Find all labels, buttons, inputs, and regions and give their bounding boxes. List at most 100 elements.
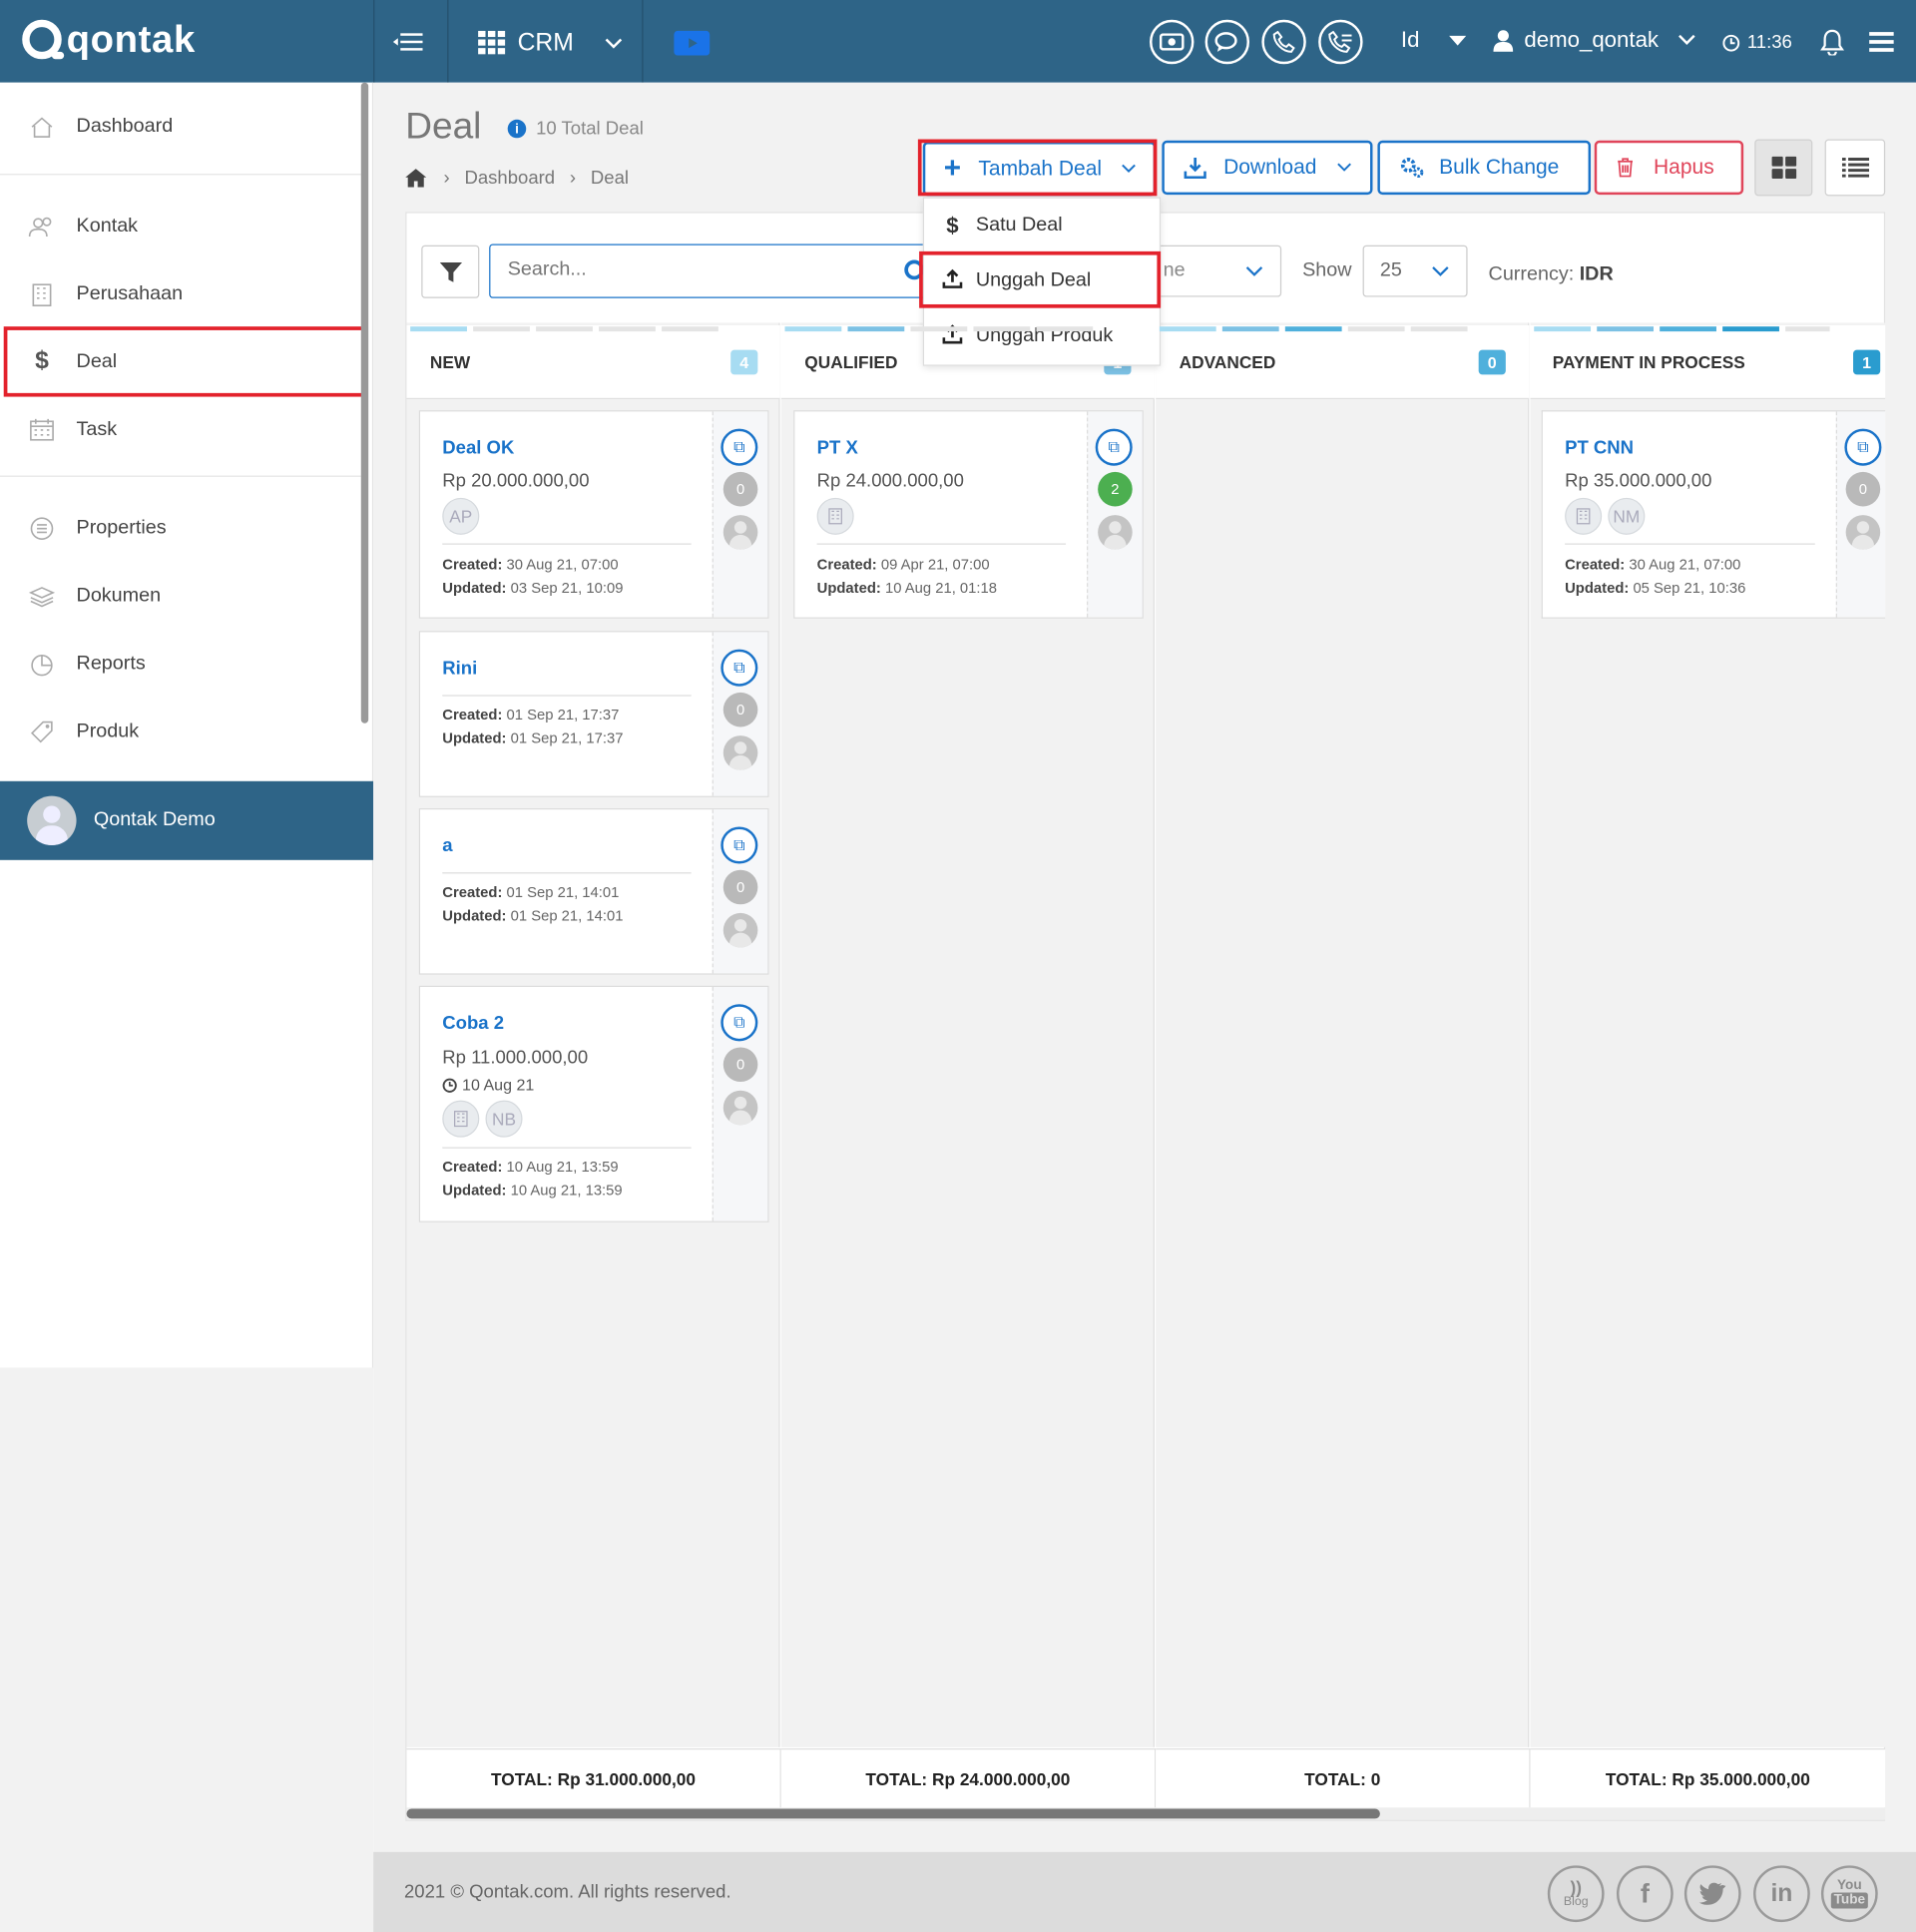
twitter-icon[interactable] — [1683, 1865, 1741, 1923]
deal-dates: Created: 10 Aug 21, 13:59 Updated: 10 Aug… — [442, 1158, 623, 1200]
copy-icon[interactable]: ⧉ — [720, 826, 758, 864]
sidebar-item-dashboard[interactable]: Dashboard — [0, 93, 361, 161]
owner-chip: AP — [442, 497, 480, 535]
deal-amount: Rp 24.000.000,00 — [816, 470, 964, 492]
progress-segment — [473, 326, 530, 332]
stage-select[interactable]: ne — [1156, 244, 1282, 297]
user-menu[interactable]: demo_qontak — [1493, 27, 1695, 53]
youtube-icon[interactable]: You Tube — [1820, 1865, 1878, 1923]
breadcrumb: › Dashboard › Deal — [405, 168, 629, 189]
chat-icon[interactable] — [1204, 19, 1250, 65]
activity-count: 0 — [722, 869, 758, 905]
facebook-icon[interactable]: f — [1616, 1865, 1674, 1923]
deal-title[interactable]: Deal OK — [442, 437, 514, 458]
column-title: NEW — [429, 351, 471, 372]
call-list-icon[interactable] — [1318, 19, 1363, 65]
sidebar-item-dokumen[interactable]: Dokumen — [0, 562, 361, 630]
bell-icon[interactable] — [1820, 28, 1845, 61]
sidebar-item-label: Produk — [76, 720, 140, 741]
phone-icon[interactable] — [1261, 19, 1306, 65]
board-view-button[interactable] — [1754, 139, 1813, 197]
column-header: ADVANCED — [1156, 324, 1530, 400]
sidebar-scrollbar[interactable] — [360, 82, 369, 724]
deal-title[interactable]: Coba 2 — [442, 1013, 504, 1034]
copy-icon[interactable]: ⧉ — [1095, 428, 1133, 466]
sidebar-item-task[interactable]: Task — [0, 395, 361, 463]
deal-card[interactable]: Deal OK Rp 20.000.000,00 AP Created: 30 … — [418, 410, 769, 619]
sidebar-item-kontak[interactable]: Kontak — [0, 193, 361, 260]
progress-segment — [1534, 326, 1592, 332]
deal-card[interactable]: PT CNN Rp 35.000.000,00 NM Created: 30 A… — [1541, 410, 1886, 619]
download-label: Download — [1223, 155, 1317, 180]
page: qontak CRM Id demo_qontak 11:36 Dashboar… — [0, 0, 1916, 1932]
progress-segment — [784, 326, 842, 332]
search-input[interactable] — [490, 244, 860, 295]
info-icon: i — [507, 119, 527, 139]
qontak-logo[interactable]: qontak — [22, 15, 196, 64]
progress-segment — [599, 326, 656, 332]
deal-card[interactable]: PT X Rp 24.000.000,00 Created: 09 Apr 21… — [793, 410, 1144, 619]
download-button[interactable]: Download — [1162, 140, 1373, 196]
sidebar-item-reports[interactable]: Reports — [0, 630, 361, 698]
menu-item-satu-deal[interactable]: $ Satu Deal — [924, 199, 1160, 252]
sidebar-blank — [0, 1367, 374, 1932]
copy-icon[interactable]: ⧉ — [720, 649, 758, 687]
horizontal-scrollbar[interactable] — [406, 1808, 1380, 1819]
menu-toggle-icon[interactable] — [385, 27, 425, 57]
list-view-button[interactable] — [1824, 139, 1886, 197]
currency-label: Currency: — [1488, 263, 1575, 285]
deal-title[interactable]: PT X — [817, 437, 858, 458]
copy-icon[interactable]: ⧉ — [720, 1004, 758, 1042]
caret-down-icon — [1449, 35, 1467, 46]
app-switcher[interactable]: CRM — [478, 25, 623, 62]
deal-title[interactable]: Rini — [442, 658, 477, 679]
sidebar-item-label: Dashboard — [76, 115, 174, 137]
page-size-select[interactable]: 25 — [1362, 244, 1468, 297]
column-total: TOTAL: Rp 31.000.000,00 — [406, 1748, 781, 1808]
highlight-deal — [3, 326, 367, 397]
deal-card[interactable]: Rini Created: 01 Sep 21, 17:37 Updated: 0… — [418, 631, 769, 797]
hamburger-icon[interactable] — [1869, 31, 1894, 59]
sidebar-user[interactable]: Qontak Demo — [0, 780, 374, 860]
menu-item-unggah-produk[interactable]: Unggah Produk — [924, 309, 1160, 363]
copy-icon[interactable]: ⧉ — [720, 428, 758, 466]
breadcrumb-dashboard[interactable]: Dashboard — [464, 168, 555, 189]
top-navbar: qontak CRM Id demo_qontak 11:36 — [0, 0, 1916, 83]
language-select[interactable]: Id — [1401, 27, 1467, 53]
avatar — [1098, 515, 1133, 550]
sidebar-item-produk[interactable]: Produk — [0, 698, 361, 765]
company-chip — [1565, 497, 1603, 535]
avatar — [722, 912, 758, 948]
blog-icon[interactable]: )) Blog — [1547, 1865, 1605, 1923]
home-icon[interactable] — [405, 169, 427, 188]
show-label: Show — [1302, 259, 1352, 281]
deal-dates: Created: 01 Sep 21, 17:37 Updated: 01 Sep… — [442, 706, 624, 747]
highlight-unggah-deal — [919, 250, 1162, 308]
deal-title[interactable]: PT CNN — [1565, 437, 1634, 458]
cash-icon[interactable] — [1150, 19, 1195, 65]
menu-item-label: Satu Deal — [975, 214, 1063, 236]
progress-segment — [536, 326, 593, 332]
delete-button[interactable]: Hapus — [1594, 140, 1744, 196]
list-view-icon — [1841, 158, 1869, 178]
video-icon[interactable] — [674, 30, 711, 56]
deal-title[interactable]: a — [442, 835, 452, 856]
avatar — [722, 515, 758, 550]
sidebar-item-perusahaan[interactable]: Perusahaan — [0, 260, 361, 328]
deal-card[interactable]: Coba 2 Rp 11.000.000,00 10 Aug 21 NB Cre… — [418, 985, 769, 1222]
copy-icon[interactable]: ⧉ — [1844, 428, 1882, 466]
linkedin-icon[interactable]: in — [1753, 1865, 1810, 1923]
breadcrumb-separator: › — [569, 167, 577, 189]
sidebar-item-properties[interactable]: Properties — [0, 494, 361, 562]
bulk-change-button[interactable]: Bulk Change — [1377, 140, 1592, 196]
progress-segment — [1159, 326, 1216, 332]
building-icon — [27, 281, 57, 306]
sidebar-item-label: Task — [76, 418, 118, 440]
sidebar-item-label: Reports — [76, 652, 146, 674]
currency-value: IDR — [1579, 263, 1614, 285]
progress-segment — [1036, 326, 1094, 332]
deal-card[interactable]: a Created: 01 Sep 21, 14:01 Updated: 01 S… — [418, 807, 769, 975]
progress-segment — [410, 326, 467, 332]
deal-amount: Rp 11.000.000,00 — [442, 1047, 589, 1069]
filter-button[interactable] — [421, 244, 480, 298]
